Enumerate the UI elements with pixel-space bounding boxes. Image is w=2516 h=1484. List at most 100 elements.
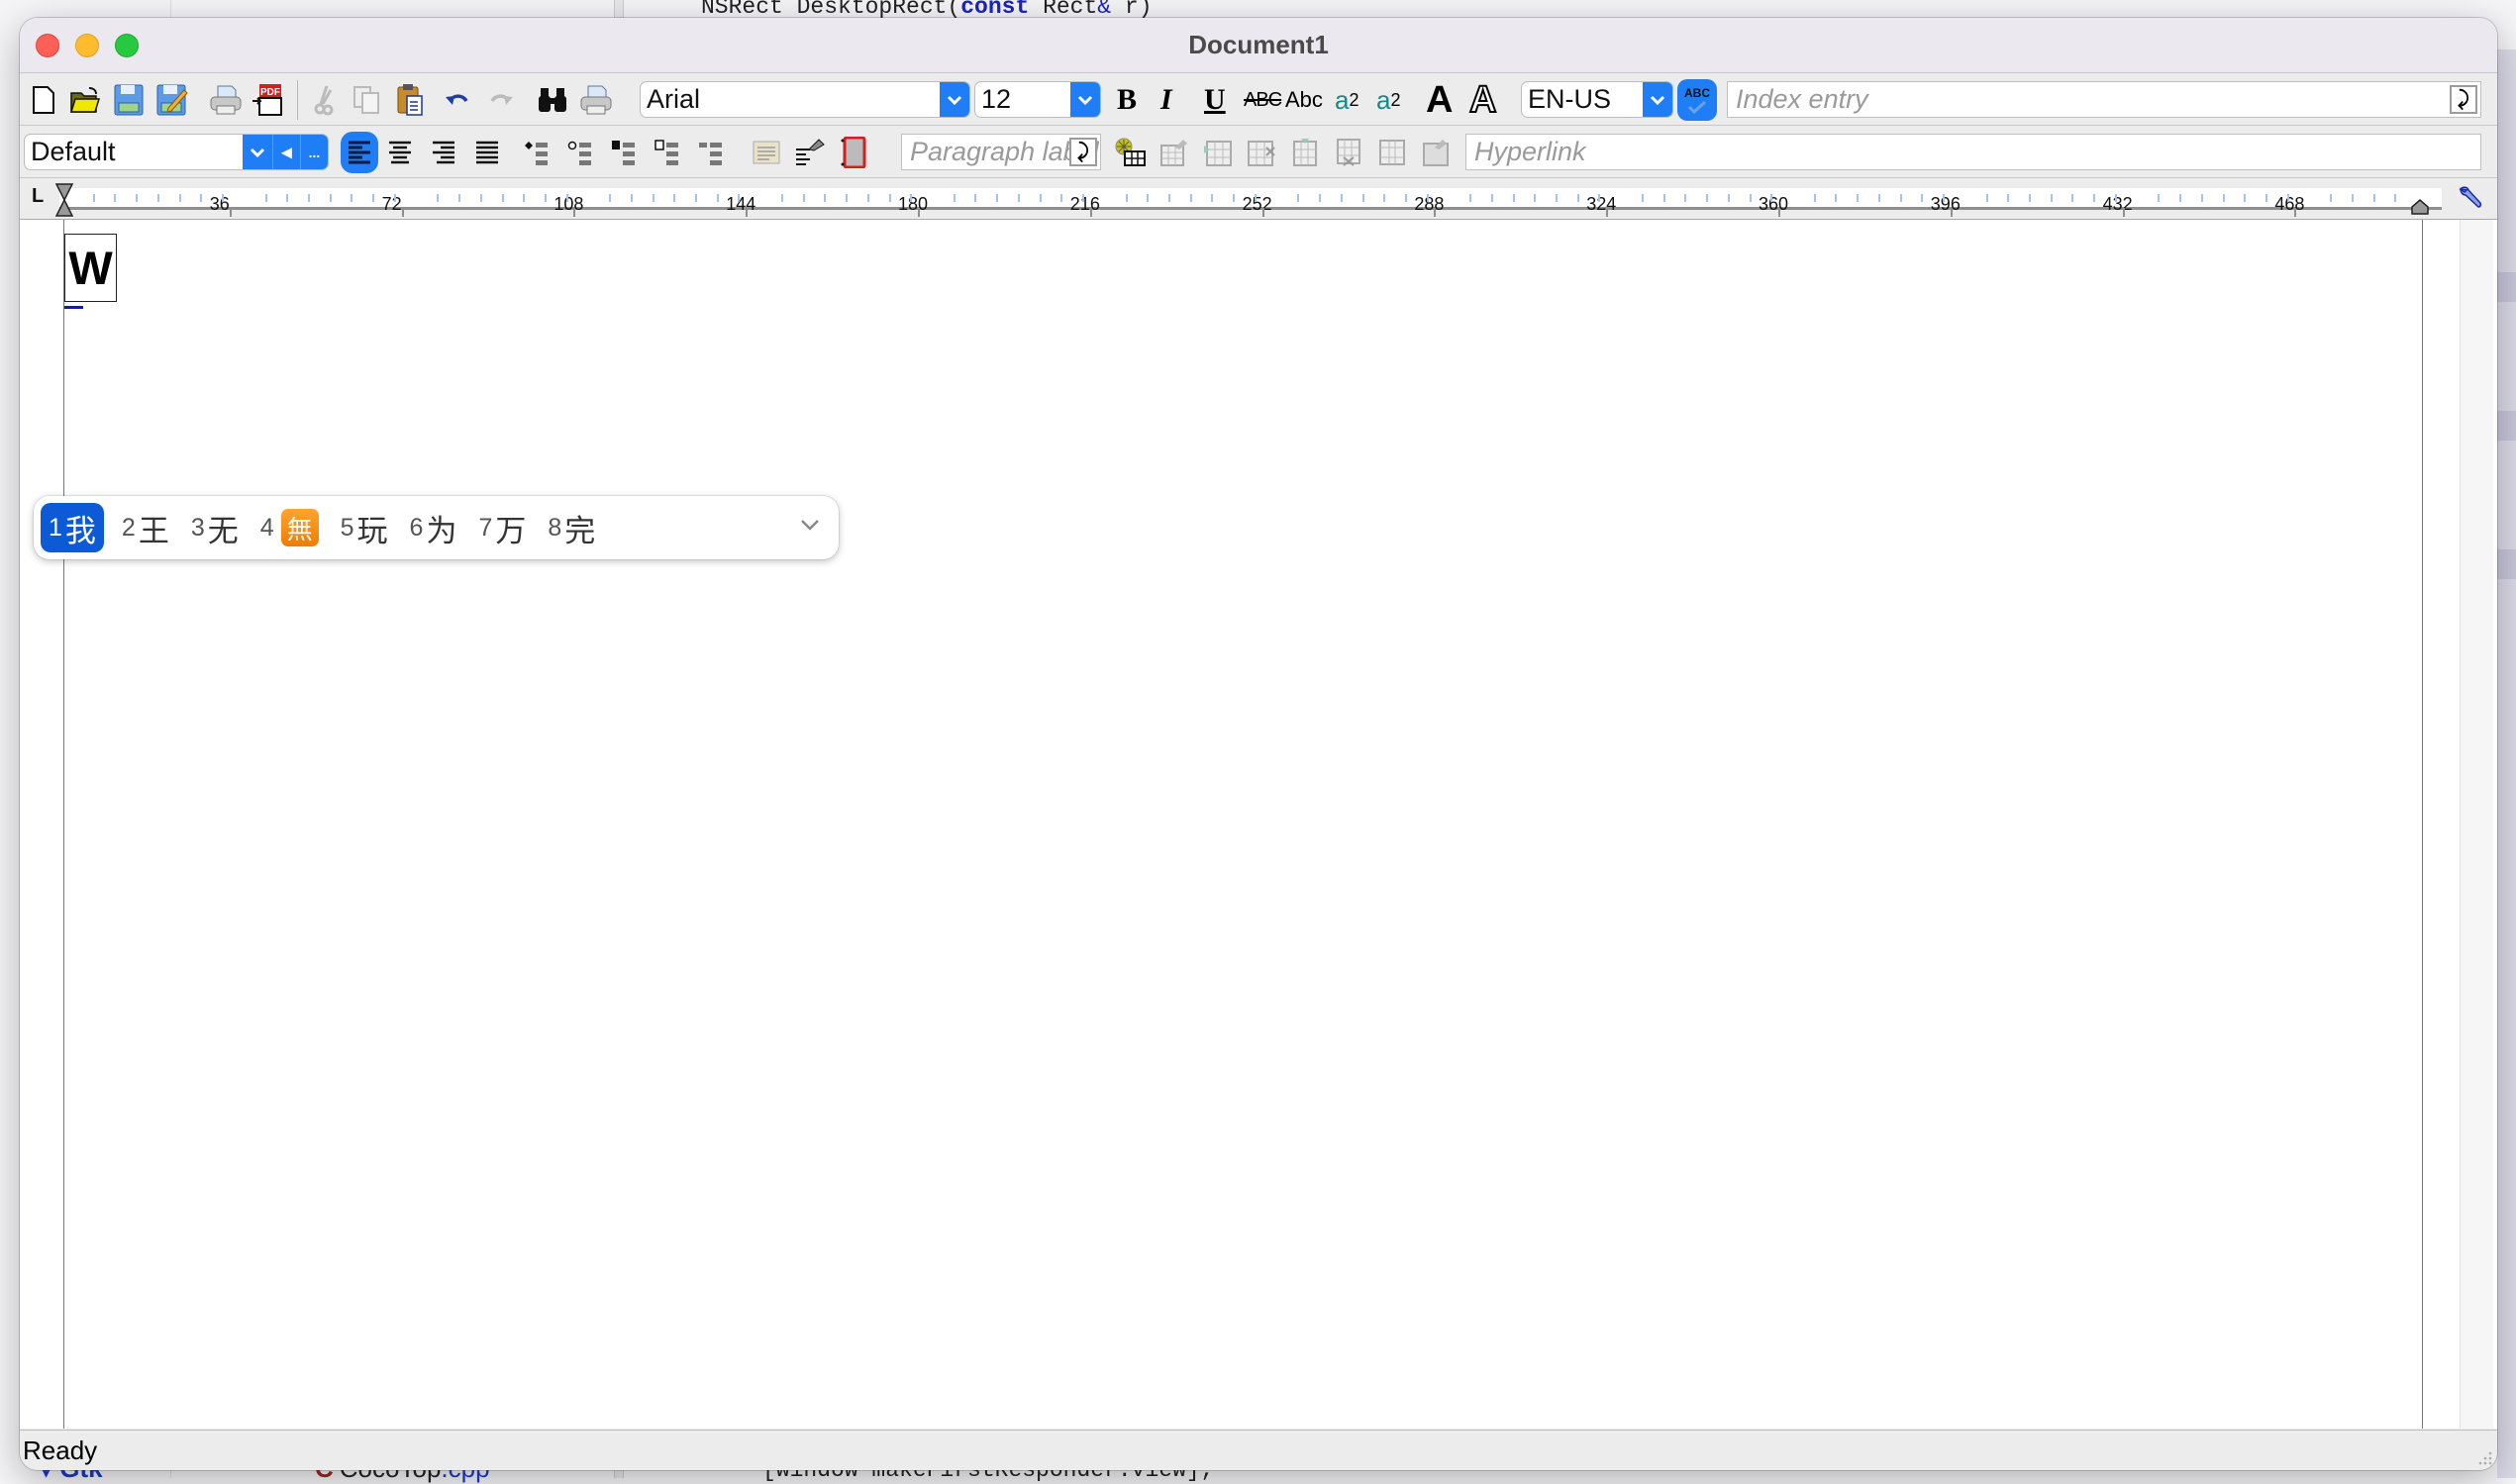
ruler-minor-tick (866, 194, 869, 202)
left-indent-marker-icon[interactable] (54, 183, 74, 217)
find-button[interactable] (535, 82, 570, 118)
align-center-icon (389, 141, 411, 164)
ruler-strip[interactable]: 36 72 108 144 180 216 252 288 324 360 396 432 468 (59, 188, 2442, 217)
paragraph-frame-button[interactable] (749, 135, 784, 170)
underline-button[interactable]: U (1204, 82, 1226, 118)
hollow-square-list-button[interactable] (652, 135, 687, 170)
paragraph-label-go-button[interactable]: ⤸ (1069, 138, 1097, 166)
ruler-minor-tick (1082, 194, 1085, 202)
language-value[interactable]: EN-US (1522, 84, 1643, 115)
insert-row-button[interactable] (1200, 135, 1236, 170)
small-caps-button[interactable]: Abc (1285, 82, 1323, 118)
italic-button[interactable]: I (1160, 82, 1172, 118)
ruler-minor-tick (1426, 194, 1429, 202)
font-size-value[interactable]: 12 (975, 84, 1070, 115)
copy-button[interactable] (349, 82, 384, 118)
expand-candidates-icon[interactable] (799, 514, 821, 536)
ruler-label: 108 (554, 194, 584, 214)
align-left-button[interactable] (341, 132, 378, 173)
font-name-combo[interactable]: Arial (640, 81, 970, 118)
numbered-list-button[interactable] (695, 135, 731, 170)
delete-row-button[interactable] (1244, 135, 1279, 170)
ime-candidate-number: 5 (340, 513, 354, 542)
redo-button[interactable] (483, 82, 519, 118)
ime-candidate[interactable]: 8完 (544, 503, 599, 552)
ime-candidate[interactable]: 7万 (474, 503, 530, 552)
ruler-minor-tick (372, 194, 375, 202)
ime-candidate[interactable]: 2王 (118, 503, 173, 552)
style-dropdown-button[interactable] (243, 135, 272, 169)
paragraph-label-input[interactable]: Paragraph label ⤸ (901, 134, 1101, 170)
style-prev-button[interactable]: ◂ (272, 135, 300, 169)
vertical-scrollbar[interactable] (2460, 220, 2493, 1429)
ime-candidate-text: 我 (64, 513, 96, 548)
font-name-value[interactable]: Arial (641, 84, 940, 115)
bold-button[interactable]: B (1117, 82, 1137, 118)
ime-candidate-text: 玩 (356, 513, 388, 548)
ruler-major-tick (229, 208, 232, 217)
ime-candidate[interactable]: 3无 (187, 503, 243, 552)
spellcheck-button[interactable]: ABC (1677, 79, 1717, 121)
bullet-list-button[interactable] (521, 135, 556, 170)
text-color-button[interactable]: A (1426, 79, 1453, 121)
resize-grip-icon[interactable] (2475, 1448, 2493, 1466)
subscript-button[interactable]: a2 (1376, 82, 1400, 118)
open-button[interactable] (67, 82, 103, 118)
ruler[interactable]: L 36 72 108 144 180 216 252 288 324 360 396 432 468 (20, 179, 2497, 219)
ruler-major-tick (401, 208, 404, 217)
title-bar[interactable]: Document1 (20, 18, 2497, 73)
square-list-button[interactable] (608, 135, 644, 170)
delete-column-button[interactable] (1331, 135, 1366, 170)
ime-candidate[interactable]: 5玩 (337, 503, 392, 552)
ruler-minor-tick (1125, 194, 1128, 202)
paste-button[interactable] (392, 82, 428, 118)
style-more-button[interactable]: ... (300, 135, 328, 169)
ime-candidate[interactable]: 6为 (406, 503, 461, 552)
strikethrough-button[interactable]: ABC (1244, 82, 1282, 118)
ime-candidate[interactable]: 4無 (256, 503, 323, 552)
undo-button[interactable] (440, 82, 475, 118)
right-indent-marker-icon[interactable] (2410, 199, 2430, 215)
table-properties-button[interactable] (1157, 135, 1192, 170)
insert-column-button[interactable] (1287, 135, 1323, 170)
justify-button[interactable] (469, 135, 505, 170)
style-value[interactable]: Default (25, 137, 243, 167)
align-center-button[interactable] (382, 135, 418, 170)
style-combo[interactable]: Default ◂ ... (24, 134, 329, 170)
font-size-combo[interactable]: 12 (974, 81, 1101, 118)
export-pdf-button[interactable]: PDF (250, 82, 285, 118)
index-entry-go-button[interactable]: ⤸ (2450, 85, 2477, 114)
ime-candidate-text: 王 (138, 513, 169, 548)
ruler-major-tick (746, 208, 749, 217)
print-button[interactable] (208, 82, 244, 118)
align-right-button[interactable] (426, 135, 461, 170)
language-combo[interactable]: EN-US (1521, 81, 1673, 118)
hyperlink-input[interactable]: Hyperlink (1465, 134, 2481, 170)
document-area[interactable]: W 1我2王3无4無5玩6为7万8完 (20, 219, 2497, 1429)
page-frame-button[interactable] (836, 135, 871, 170)
ruler-settings-button[interactable] (2458, 185, 2483, 218)
ruler-label: 144 (726, 194, 756, 214)
index-entry-input[interactable]: Index entry ⤸ (1727, 81, 2481, 118)
ruler-minor-tick (1534, 194, 1537, 202)
save-as-button[interactable] (154, 82, 190, 118)
language-dropdown-button[interactable] (1643, 82, 1672, 117)
font-name-dropdown-button[interactable] (940, 82, 969, 117)
ruler-minor-tick (1899, 194, 1902, 202)
paragraph-format-button[interactable] (792, 135, 828, 170)
highlight-button[interactable]: A (1468, 78, 1497, 122)
cell-properties-button[interactable] (1418, 135, 1454, 170)
circle-list-button[interactable] (564, 135, 600, 170)
superscript-button[interactable]: a2 (1335, 82, 1359, 118)
split-cells-button[interactable] (1374, 135, 1410, 170)
font-size-dropdown-button[interactable] (1070, 82, 1100, 117)
tab-type-selector[interactable]: L (32, 185, 44, 208)
ime-candidate[interactable]: 1我 (41, 503, 104, 552)
ruler-minor-tick (2286, 194, 2289, 202)
insert-row-icon (1204, 141, 1232, 166)
cut-button[interactable] (307, 82, 343, 118)
print-preview-button[interactable] (578, 82, 614, 118)
save-button[interactable] (111, 82, 147, 118)
insert-table-button[interactable] (1113, 135, 1149, 170)
new-document-button[interactable] (26, 82, 61, 118)
